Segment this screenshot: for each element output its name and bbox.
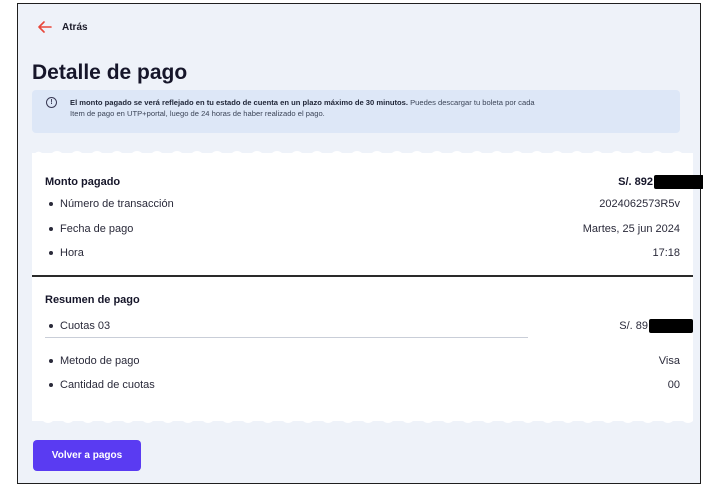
payment-amount-label: Monto pagado	[45, 176, 121, 188]
detail-label: Hora	[60, 247, 84, 259]
detail-row: Fecha de pago Martes, 25 jun 2024	[45, 223, 680, 235]
info-text: El monto pagado se verá reflejado en tu …	[70, 97, 670, 119]
receipt-edge-bottom	[32, 417, 693, 423]
info-notice: ! El monto pagado se verá reflejado en t…	[32, 90, 680, 133]
section-divider	[32, 275, 693, 277]
method-row: Metodo de pago Visa	[45, 355, 680, 367]
detail-value: 17:18	[652, 247, 680, 259]
page-title: Detalle de pago	[32, 61, 188, 84]
row-divider	[45, 337, 528, 338]
receipt-card: Monto pagado S/. 892 Número de transacci…	[32, 151, 703, 423]
payment-amount-value: S/. 892	[618, 175, 653, 188]
detail-value: Martes, 25 jun 2024	[582, 223, 680, 235]
detail-row: Número de transacción 2024062573R5v	[45, 198, 680, 210]
detail-label: Número de transacción	[60, 198, 174, 210]
back-to-payments-button[interactable]: Volver a pagos	[33, 440, 141, 471]
arrow-left-icon	[38, 21, 52, 33]
payment-amount: S/. 892	[618, 175, 703, 189]
method-label: Metodo de pago	[60, 355, 140, 367]
installments-amount: S/. 89	[619, 319, 693, 333]
redaction-bar	[654, 175, 703, 189]
bullet	[49, 359, 53, 363]
back-link[interactable]: Atrás	[38, 21, 88, 33]
bullet	[49, 383, 53, 387]
detail-label: Fecha de pago	[60, 223, 134, 235]
installments-amount-value: S/. 89	[619, 319, 648, 332]
installments-row: Cuotas 03 S/. 89	[45, 319, 693, 333]
summary-label: Resumen de pago	[45, 294, 140, 306]
app-frame: Atrás Detalle de pago ! El monto pagado …	[17, 3, 703, 484]
count-value: 00	[667, 379, 680, 391]
receipt-edge-top	[32, 151, 693, 157]
back-label: Atrás	[62, 21, 88, 33]
detail-value: 2024062573R5v	[599, 198, 680, 210]
detail-row: Hora 17:18	[45, 247, 680, 259]
bullet	[49, 202, 53, 206]
payment-amount-row: Monto pagado S/. 892	[45, 175, 703, 189]
method-value: Visa	[658, 355, 680, 367]
info-bold-text: El monto pagado se verá reflejado en tu …	[70, 98, 408, 107]
bullet	[49, 251, 53, 255]
count-row: Cantidad de cuotas 00	[45, 379, 680, 391]
bullet	[49, 324, 53, 328]
bullet	[49, 227, 53, 231]
redaction-bar	[649, 319, 693, 333]
info-text-line2: Item de pago en UTP+portal, luego de 24 …	[70, 109, 325, 118]
info-text-line1: Puedes descargar tu boleta por cada	[408, 98, 535, 107]
installments-label: Cuotas 03	[60, 320, 111, 332]
info-circle-icon: !	[46, 97, 57, 108]
summary-header: Resumen de pago	[45, 294, 680, 306]
count-label: Cantidad de cuotas	[60, 379, 155, 391]
